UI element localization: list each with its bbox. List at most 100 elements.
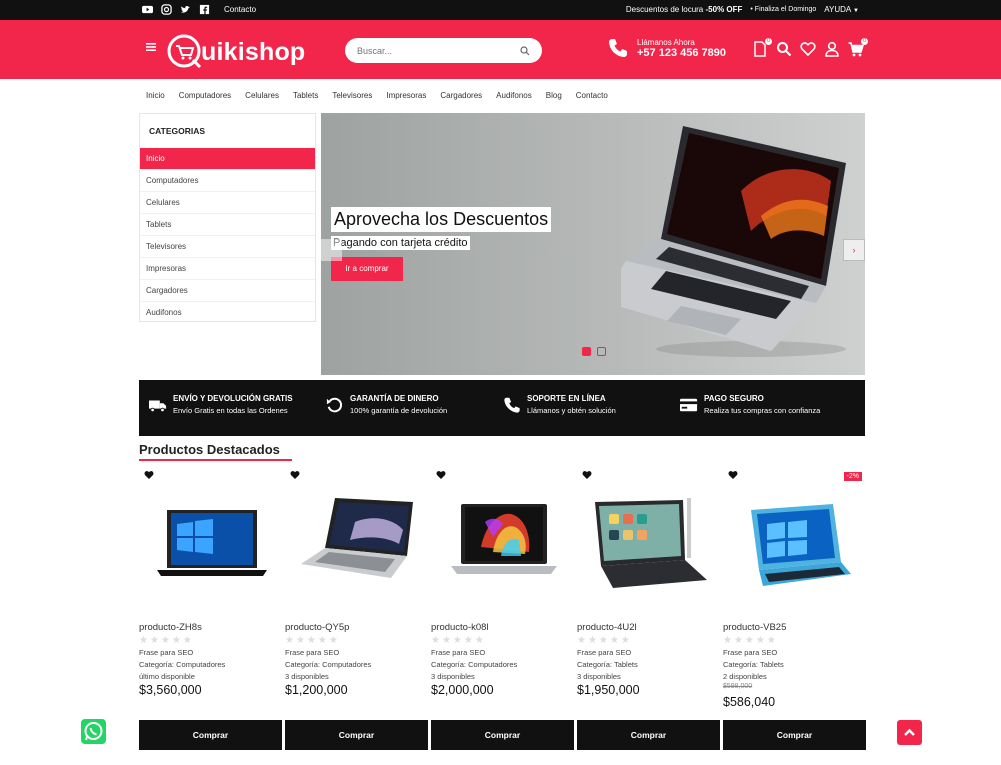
- product-name[interactable]: producto-ZH8s: [139, 622, 202, 633]
- nav-item-inicio[interactable]: Inicio: [146, 91, 165, 100]
- nav-item-computadores[interactable]: Computadores: [179, 91, 231, 100]
- twitter-icon[interactable]: [180, 4, 191, 15]
- nav-item-celulares[interactable]: Celulares: [245, 91, 279, 100]
- heart-icon[interactable]: [144, 470, 154, 480]
- product-card[interactable]: producto-QY5p ★★★★★ Frase para SEO Categ…: [285, 470, 428, 750]
- nav-item-blog[interactable]: Blog: [546, 91, 562, 100]
- slider-prev-button[interactable]: [321, 239, 342, 261]
- product-price: $3,560,000: [139, 683, 202, 697]
- nav-item-audifonos[interactable]: Audifonos: [496, 91, 532, 100]
- slider-dot[interactable]: [582, 347, 591, 356]
- product-card[interactable]: producto-4U2l ★★★★★ Frase para SEO Categ…: [577, 470, 720, 750]
- caret-down-icon: ▼: [853, 8, 859, 14]
- account-button[interactable]: [824, 41, 840, 57]
- feature-sub: 100% garantía de devolución: [350, 406, 448, 415]
- chevron-up-icon: [904, 728, 915, 736]
- product-name[interactable]: producto-4U2l: [577, 622, 637, 633]
- product-card[interactable]: producto-k08l ★★★★★ Frase para SEO Categ…: [431, 470, 574, 750]
- discount-badge: -2%: [843, 472, 862, 481]
- category-televisores[interactable]: Televisores: [140, 236, 315, 258]
- feature-title: ENVÍO Y DEVOLUCIÓN GRATIS: [173, 394, 293, 403]
- product-image[interactable]: [149, 492, 275, 602]
- product-card[interactable]: -2% producto-VB25 ★★★★★ Frase para SEO C…: [723, 470, 866, 750]
- cart-button[interactable]: 0: [848, 38, 868, 57]
- hero-subtitle: Pagando con tarjeta crédito: [331, 236, 470, 250]
- slider-next-button[interactable]: ›: [843, 239, 865, 261]
- rating-stars: ★★★★★: [285, 635, 340, 646]
- section-underline: [139, 459, 292, 461]
- product-image[interactable]: [733, 492, 859, 602]
- feature-title: SOPORTE EN LÍNEA: [527, 394, 606, 403]
- feature-item: ENVÍO Y DEVOLUCIÓN GRATIS Envío Gratis en…: [149, 394, 326, 436]
- youtube-icon[interactable]: [142, 4, 153, 15]
- laptop-image: [621, 126, 846, 357]
- buy-button[interactable]: Comprar: [139, 720, 282, 750]
- scroll-top-button[interactable]: [897, 720, 922, 745]
- product-name[interactable]: producto-QY5p: [285, 622, 349, 633]
- feature-sub: Llámanos y obtén solución: [527, 406, 616, 415]
- product-category: Categoría: Tablets: [723, 660, 784, 669]
- product-image[interactable]: [295, 492, 421, 602]
- heart-icon[interactable]: [582, 470, 592, 480]
- header-search-button[interactable]: [776, 41, 792, 57]
- product-seo: Frase para SEO: [285, 648, 340, 657]
- social-links: Contacto: [142, 4, 256, 15]
- product-card[interactable]: producto-ZH8s ★★★★★ Frase para SEO Categ…: [139, 470, 282, 750]
- heart-icon[interactable]: [436, 470, 446, 480]
- category-impresoras[interactable]: Impresoras: [140, 258, 315, 280]
- card-icon: [680, 398, 698, 412]
- facebook-icon[interactable]: [199, 4, 210, 15]
- category-celulares[interactable]: Celulares: [140, 192, 315, 214]
- compare-count: 0: [765, 38, 772, 45]
- buy-button[interactable]: Comprar: [431, 720, 574, 750]
- slider-dot[interactable]: [597, 347, 606, 356]
- feature-item: PAGO SEGURO Realiza tus compras con confi…: [680, 394, 857, 436]
- search-icon[interactable]: [520, 45, 530, 56]
- cart-logo-icon: [167, 34, 202, 69]
- feature-title: GARANTÍA DE DINERO: [350, 394, 439, 403]
- nav-item-contacto[interactable]: Contacto: [576, 91, 608, 100]
- category-computadores[interactable]: Computadores: [140, 170, 315, 192]
- product-name[interactable]: producto-k08l: [431, 622, 489, 633]
- product-price: $1,950,000: [577, 683, 640, 697]
- heart-icon[interactable]: [290, 470, 300, 480]
- heart-icon[interactable]: [728, 470, 738, 480]
- feature-item: SOPORTE EN LÍNEA Llámanos y obtén solució…: [503, 394, 680, 436]
- header-actions: 0 0: [752, 38, 868, 57]
- compare-button[interactable]: 0: [752, 38, 772, 57]
- topbar-contact-link[interactable]: Contacto: [224, 5, 256, 14]
- nav-item-televisores[interactable]: Televisores: [332, 91, 372, 100]
- buy-button[interactable]: Comprar: [577, 720, 720, 750]
- main-nav: Inicio Computadores Celulares Tablets Te…: [146, 91, 608, 100]
- hero-slider: Aprovecha los Descuentos Pagando con tar…: [321, 113, 865, 375]
- nav-item-impresoras[interactable]: Impresoras: [386, 91, 426, 100]
- buy-button[interactable]: Comprar: [285, 720, 428, 750]
- whatsapp-button[interactable]: [81, 719, 106, 744]
- wishlist-button[interactable]: [800, 41, 816, 57]
- product-name[interactable]: producto-VB25: [723, 622, 786, 633]
- refresh-icon: [326, 397, 343, 413]
- features-bar: ENVÍO Y DEVOLUCIÓN GRATIS Envío Gratis en…: [139, 380, 865, 436]
- product-seo: Frase para SEO: [577, 648, 632, 657]
- category-audifonos[interactable]: Audifonos: [140, 302, 315, 324]
- product-image[interactable]: [441, 492, 567, 602]
- category-tablets[interactable]: Tablets: [140, 214, 315, 236]
- search-input[interactable]: [357, 45, 517, 56]
- product-image[interactable]: [587, 492, 713, 602]
- product-stock: 3 disponibles: [285, 672, 329, 681]
- nav-item-tablets[interactable]: Tablets: [293, 91, 318, 100]
- help-label: AYUDA: [824, 5, 851, 14]
- category-cargadores[interactable]: Cargadores: [140, 280, 315, 302]
- category-inicio[interactable]: Inicio: [140, 148, 315, 170]
- buy-button[interactable]: Comprar: [723, 720, 866, 750]
- rating-stars: ★★★★★: [577, 635, 632, 646]
- logo-text: uikishop: [201, 37, 306, 66]
- nav-item-cargadores[interactable]: Cargadores: [440, 91, 482, 100]
- help-dropdown[interactable]: AYUDA ▼: [824, 5, 859, 14]
- logo[interactable]: uikishop: [167, 34, 305, 70]
- instagram-icon[interactable]: [161, 4, 172, 15]
- product-seo: Frase para SEO: [431, 648, 486, 657]
- menu-icon[interactable]: [146, 42, 156, 52]
- top-bar: Contacto Descuentos de locura -50% OFF •…: [0, 0, 1001, 20]
- phone-contact[interactable]: Llámanos Ahora +57 123 456 7890: [607, 37, 726, 59]
